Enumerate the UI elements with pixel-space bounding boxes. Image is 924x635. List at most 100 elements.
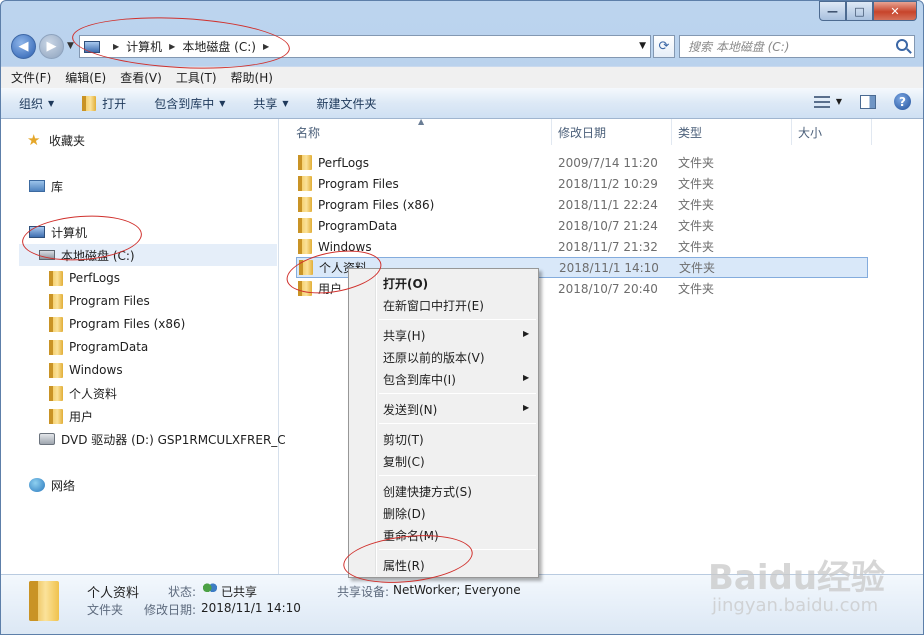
menu-view[interactable]: 查看(V) (120, 69, 162, 86)
file-date: 2009/7/14 11:20 (558, 155, 658, 170)
details-status-value: 已共享 (221, 585, 258, 599)
nav-folder-label: ProgramData (69, 340, 149, 354)
file-type: 文件夹 (678, 198, 715, 212)
ctx-properties[interactable]: 属性(R) (383, 554, 425, 576)
close-button[interactable]: ✕ (873, 1, 917, 21)
address-bar[interactable]: ▶ 计算机 ▶ 本地磁盘 (C:) ▶ ▼ (79, 35, 651, 58)
change-view-icon[interactable] (813, 95, 830, 108)
nav-folder-programdata[interactable]: ProgramData (49, 336, 148, 358)
nav-network[interactable]: 网络 (29, 474, 75, 496)
file-date: 2018/10/7 20:40 (558, 281, 658, 296)
details-name: 个人资料 (87, 586, 140, 601)
file-type: 文件夹 (679, 261, 716, 275)
file-name-cell: Windows (298, 239, 372, 254)
ctx-open-new-window[interactable]: 在新窗口中打开(E) (383, 294, 484, 316)
menu-help[interactable]: 帮助(H) (231, 69, 273, 86)
address-dropdown-icon[interactable]: ▼ (639, 41, 646, 51)
recent-pages-dropdown[interactable]: ▼ (67, 41, 74, 51)
details-modified-value: 2018/11/1 14:10 (201, 601, 301, 615)
file-type: 文件夹 (678, 282, 715, 296)
folder-icon (298, 218, 312, 233)
file-name-cell: ProgramData (298, 218, 397, 233)
open-button[interactable]: 打开 (82, 95, 126, 112)
nav-folder-label: Program Files (69, 294, 150, 308)
ctx-delete[interactable]: 删除(D) (383, 502, 426, 524)
search-input[interactable]: 搜索 本地磁盘 (C:) (679, 35, 915, 58)
new-folder-button[interactable]: 新建文件夹 (317, 95, 377, 112)
view-dropdown-icon[interactable]: ▼ (836, 97, 842, 106)
search-icon[interactable] (896, 39, 908, 51)
nav-libraries-label: 库 (51, 179, 64, 194)
file-row[interactable]: Windows 2018/11/7 21:32 文件夹 (296, 236, 868, 257)
refresh-button[interactable]: ⟳ (653, 35, 675, 58)
ctx-separator (379, 319, 536, 320)
submenu-arrow-icon: ▶ (523, 329, 530, 338)
breadcrumb-local-disk[interactable]: 本地磁盘 (C:) (182, 38, 256, 55)
nav-folder-label: 用户 (69, 409, 94, 424)
ctx-restore-versions[interactable]: 还原以前的版本(V) (383, 346, 485, 368)
nav-folder-users[interactable]: 用户 (49, 405, 93, 427)
folder-icon (298, 239, 312, 254)
file-row[interactable]: PerfLogs 2009/7/14 11:20 文件夹 (296, 152, 868, 173)
file-row[interactable]: Program Files 2018/11/2 10:29 文件夹 (296, 173, 868, 194)
ctx-create-shortcut[interactable]: 创建快捷方式(S) (383, 480, 472, 502)
folder-icon (29, 581, 59, 621)
share-label: 共享 (253, 96, 278, 111)
nav-folder-program-files-x86[interactable]: Program Files (x86) (49, 313, 185, 335)
ctx-open[interactable]: 打开(O) (383, 272, 428, 294)
hard-drive-icon (39, 250, 55, 260)
share-button[interactable]: 共享 ▼ (253, 95, 288, 112)
back-button[interactable]: ◀ (11, 34, 36, 59)
menu-tools[interactable]: 工具(T) (176, 69, 217, 86)
include-library-label: 包含到库中 (154, 96, 215, 111)
chevron-down-icon: ▼ (48, 98, 55, 108)
organize-button[interactable]: 组织 ▼ (19, 95, 54, 112)
minimize-button[interactable]: — (819, 1, 846, 21)
file-type: 文件夹 (678, 156, 715, 170)
open-folder-icon (82, 95, 97, 111)
nav-folder-program-files[interactable]: Program Files (49, 290, 150, 312)
nav-dvd-drive[interactable]: DVD 驱动器 (D:) GSP1RMCULXFRER_C (39, 428, 286, 450)
nav-computer[interactable]: 计算机 (29, 221, 87, 243)
forward-button[interactable]: ▶ (39, 34, 64, 59)
maximize-button[interactable]: □ (846, 1, 873, 21)
file-date: 2018/11/7 21:32 (558, 239, 658, 254)
ctx-include-library[interactable]: 包含到库中(I) (383, 368, 456, 390)
file-date: 2018/10/7 21:24 (558, 218, 658, 233)
menu-file[interactable]: 文件(F) (11, 69, 51, 86)
details-type: 文件夹 (87, 603, 124, 617)
breadcrumb-computer[interactable]: 计算机 (126, 38, 162, 55)
include-library-button[interactable]: 包含到库中 ▼ (154, 95, 225, 112)
ctx-copy[interactable]: 复制(C) (383, 450, 425, 472)
nav-favorites[interactable]: ★ 收藏夹 (27, 129, 85, 151)
column-size-label: 大小 (798, 125, 823, 140)
ctx-share[interactable]: 共享(H) (383, 324, 425, 346)
folder-icon (49, 293, 63, 309)
file-row[interactable]: Program Files (x86) 2018/11/1 22:24 文件夹 (296, 194, 868, 215)
ctx-send-to[interactable]: 发送到(N) (383, 398, 437, 420)
library-icon (29, 180, 45, 192)
chevron-right-icon[interactable]: ▶ (263, 42, 269, 51)
column-type[interactable]: 类型 (672, 119, 792, 145)
ctx-rename[interactable]: 重命名(M) (383, 524, 439, 546)
file-row[interactable]: ProgramData 2018/10/7 21:24 文件夹 (296, 215, 868, 236)
nav-libraries[interactable]: 库 (29, 175, 63, 197)
window-controls: — □ ✕ (819, 1, 917, 21)
chevron-right-icon[interactable]: ▶ (169, 42, 175, 51)
file-type: 文件夹 (678, 177, 715, 191)
preview-pane-icon[interactable] (860, 94, 876, 109)
nav-folder-personal[interactable]: 个人资料 (49, 382, 117, 404)
menu-edit[interactable]: 编辑(E) (65, 69, 106, 86)
column-name[interactable]: ▲ 名称 (280, 117, 552, 145)
column-date[interactable]: 修改日期 (552, 119, 672, 145)
nav-folder-windows[interactable]: Windows (49, 359, 123, 381)
nav-folder-perflogs[interactable]: PerfLogs (49, 267, 120, 289)
ctx-cut[interactable]: 剪切(T) (383, 428, 424, 450)
nav-local-disk[interactable]: 本地磁盘 (C:) (19, 244, 277, 266)
details-modified-label: 修改日期: (144, 603, 197, 617)
chevron-right-icon[interactable]: ▶ (113, 42, 119, 51)
shared-icon (203, 583, 217, 595)
help-icon[interactable]: ? (894, 93, 911, 110)
open-label: 打开 (102, 96, 127, 111)
column-size[interactable]: 大小 (792, 119, 872, 145)
